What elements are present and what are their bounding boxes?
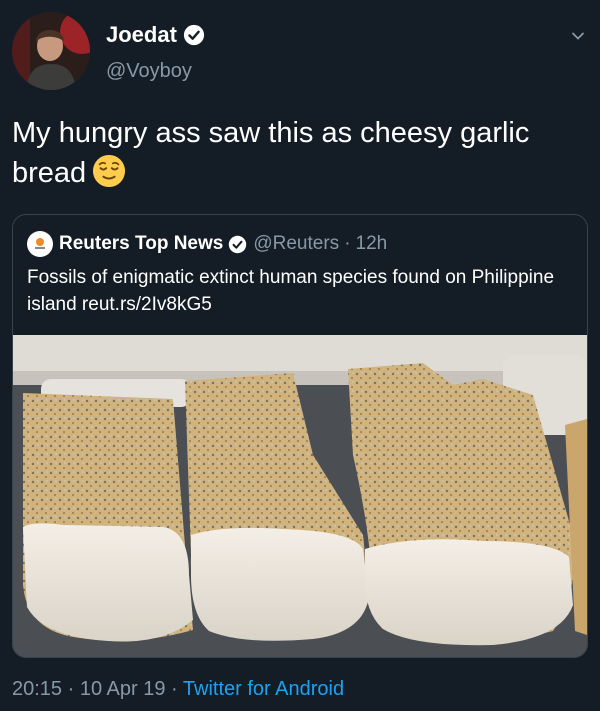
fossil-teeth-photo-icon <box>13 335 587 657</box>
verified-badge-icon <box>183 24 205 46</box>
meta-separator-2: · <box>171 678 178 700</box>
quoted-tweet-header: Reuters Top News @Reuters · 12h <box>27 231 387 257</box>
quoted-verified-badge-icon <box>229 235 247 253</box>
tweet-source-link[interactable]: Twitter for Android <box>183 678 344 700</box>
relieved-face-emoji-icon <box>93 155 126 188</box>
tweet-date: 10 Apr 19 <box>79 678 166 700</box>
author-handle[interactable]: @Voyboy <box>106 60 192 83</box>
meta-separator-1: · <box>67 678 75 700</box>
chevron-down-icon[interactable] <box>570 28 586 44</box>
quoted-separator: · <box>344 233 351 254</box>
quoted-media[interactable] <box>13 335 587 657</box>
quoted-avatar[interactable] <box>27 231 53 257</box>
quoted-text: Fossils of enigmatic extinct human speci… <box>27 267 555 315</box>
quoted-tweet[interactable]: Reuters Top News @Reuters · 12h Fossils … <box>12 214 588 658</box>
reuters-logo-icon <box>31 235 49 253</box>
author-avatar[interactable] <box>12 12 90 90</box>
quoted-time: 12h <box>355 233 388 254</box>
tweet-text: My hungry ass saw this as cheesy garlic … <box>12 113 572 193</box>
author-name-row: Joedat <box>106 22 205 48</box>
tweet-meta: 20:15 · 10 Apr 19 · Twitter for Android <box>12 678 344 701</box>
profile-photo-icon <box>12 12 90 90</box>
tweet-time: 20:15 <box>12 678 63 700</box>
quoted-display-name[interactable]: Reuters Top News <box>59 233 223 255</box>
tweet-text-content: My hungry ass saw this as cheesy garlic … <box>12 117 530 189</box>
author-display-name[interactable]: Joedat <box>106 22 177 48</box>
quoted-handle[interactable]: @Reuters <box>253 233 339 255</box>
